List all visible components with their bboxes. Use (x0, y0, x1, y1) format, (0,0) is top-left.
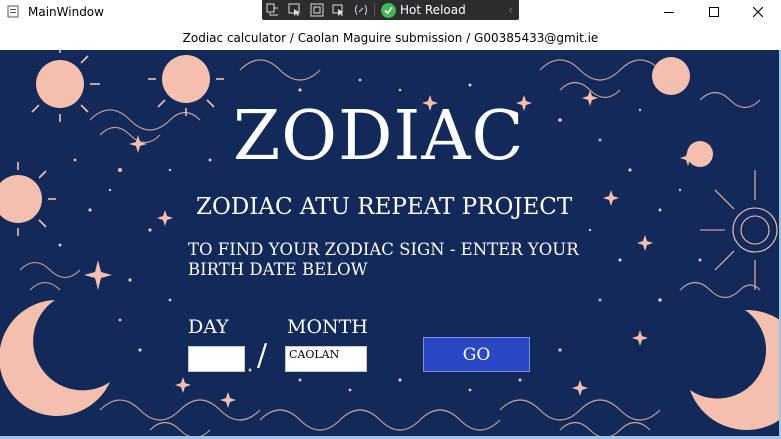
display-layout-adorners-button[interactable] (306, 0, 328, 20)
binding-failures-button[interactable] (350, 0, 372, 20)
minimize-button[interactable] (646, 0, 692, 24)
collapse-toolbar-icon[interactable]: ‹ (508, 3, 513, 17)
instructions-text: TO FIND YOUR ZODIAC SIGN - ENTER YOUR BI… (188, 240, 579, 279)
day-input[interactable] (188, 346, 245, 372)
month-input[interactable]: CAOLAN (285, 346, 367, 372)
layout-adorner-icon (310, 3, 324, 17)
go-button[interactable]: GO (423, 337, 530, 372)
close-button[interactable] (735, 0, 781, 24)
track-focus-button[interactable] (328, 0, 350, 20)
app-icon (7, 5, 19, 18)
hot-reload-label: Hot Reload (400, 3, 466, 17)
maximize-icon (709, 7, 719, 17)
header-strip: Zodiac calculator / Caolan Maguire submi… (0, 28, 781, 51)
hot-reload-button[interactable]: Hot Reload (381, 2, 466, 18)
header-text: Zodiac calculator / Caolan Maguire submi… (182, 31, 599, 45)
select-element-button[interactable] (284, 0, 306, 20)
close-icon (753, 7, 763, 17)
date-separator: / (257, 338, 268, 373)
page-subtitle: ZODIAC ATU REPEAT PROJECT (196, 194, 573, 220)
check-icon (381, 2, 396, 18)
live-visual-tree-button[interactable] (262, 0, 284, 20)
pointer-select-icon (288, 3, 300, 16)
page-title: ZODIAC (233, 97, 525, 176)
minimize-icon (664, 12, 674, 13)
window-title: MainWindow (28, 5, 104, 19)
toolbar-separator (374, 3, 375, 17)
maximize-button[interactable] (691, 0, 737, 24)
day-label: DAY (188, 316, 229, 338)
track-focus-icon (332, 4, 343, 16)
binding-icon (355, 4, 367, 16)
month-label: MONTH (287, 316, 368, 338)
debug-toolbar: Hot Reload ‹ (262, 0, 519, 20)
zodiac-panel: ZODIAC ZODIAC ATU REPEAT PROJECT TO FIND… (0, 50, 781, 439)
visual-tree-icon (266, 3, 278, 16)
